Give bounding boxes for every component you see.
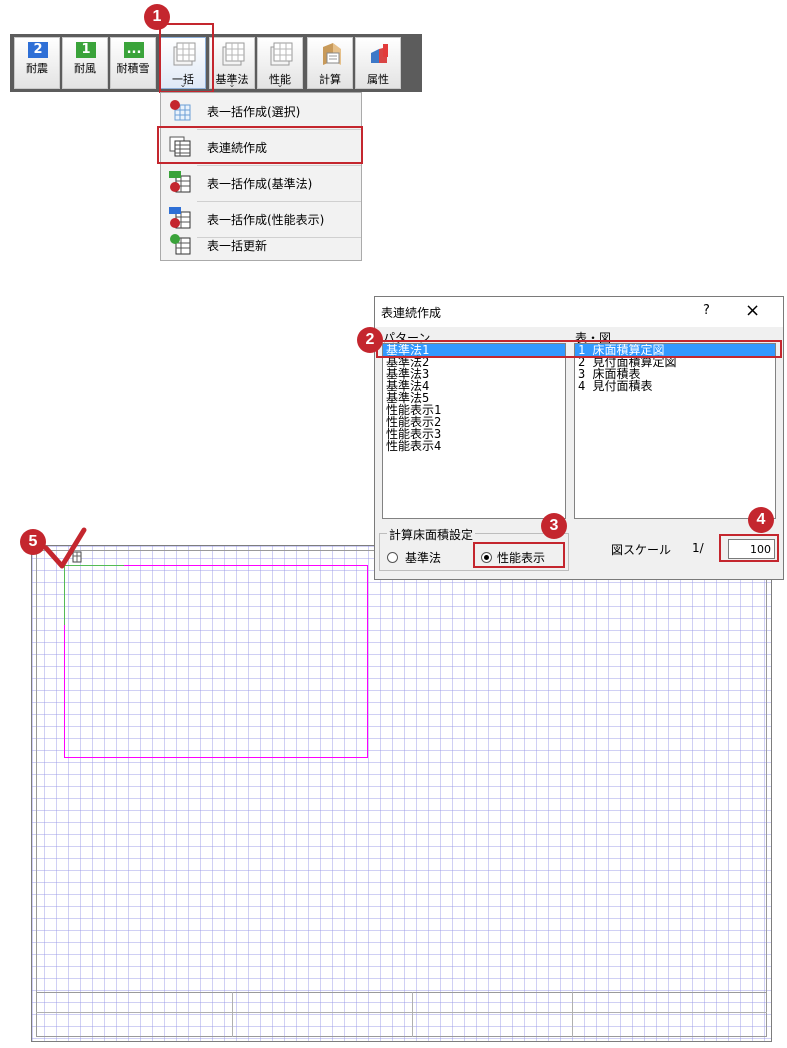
table-batch-standard-icon <box>169 171 191 193</box>
wind-button[interactable]: 1 耐風 <box>62 37 108 89</box>
help-button[interactable]: ? <box>703 303 710 318</box>
calculation-button[interactable]: 計算 <box>307 37 353 89</box>
calculation-label: 計算 <box>319 73 341 86</box>
dialog-title: 表連続作成 <box>381 306 442 320</box>
scale-prefix: 1/ <box>692 541 704 555</box>
attribute-label: 属性 <box>367 73 389 86</box>
table-batch-select-icon <box>170 100 191 121</box>
wind-level-icon: 1 <box>76 42 96 58</box>
step5-badge: 5 <box>20 529 46 555</box>
step4-badge: 4 <box>748 507 774 533</box>
seismic-label: 耐震 <box>26 62 48 75</box>
wind-label: 耐風 <box>74 62 96 75</box>
calculation-icon <box>323 43 341 65</box>
snow-level-icon: ... <box>124 42 144 58</box>
batch-dropdown-menu: 表一括作成(選択) 表連続作成 表一括作成(基準法) 表一括作成(性能表示) 表… <box>160 92 362 261</box>
chevron-down-icon: ⌄ <box>276 80 284 89</box>
step4-highlight <box>719 534 779 562</box>
attribute-button[interactable]: 属性 <box>355 37 401 89</box>
performance-button[interactable]: 性能 ⌄ <box>257 37 303 89</box>
snow-label: 耐積雪 <box>116 62 150 75</box>
menu-item-batch-standard[interactable]: 表一括作成(基準法) <box>161 167 361 199</box>
radio-standard[interactable] <box>387 552 398 563</box>
menu-separator <box>197 201 361 202</box>
title-block-line <box>36 1012 767 1013</box>
menu-item-batch-select[interactable]: 表一括作成(選択) <box>161 95 361 127</box>
standard-button[interactable]: 基準法 ⌄ <box>209 37 255 89</box>
pattern-listbox[interactable]: 基準法1 基準法2 基準法3 基準法4 基準法5 性能表示1 性能表示2 性能表… <box>382 343 566 519</box>
table-batch-update-icon <box>170 234 191 255</box>
list-item[interactable]: 4 見付面積表 <box>575 380 775 392</box>
menu-item-batch-update[interactable]: 表一括更新 <box>161 229 361 261</box>
close-button[interactable]: × <box>745 300 760 321</box>
scale-label: 図スケール <box>611 543 672 557</box>
title-block-divider <box>572 992 573 1037</box>
snow-button[interactable]: ... 耐積雪 <box>110 37 156 89</box>
origin-line-y <box>64 565 65 625</box>
continuous-highlight <box>157 126 363 164</box>
drawing-frame <box>64 565 368 758</box>
step2-highlight <box>376 340 782 358</box>
dialog-titlebar: 表連続作成 ? × <box>375 297 783 327</box>
menu-item-label: 表一括作成(性能表示) <box>207 213 325 227</box>
menu-item-label: 表一括更新 <box>207 239 268 253</box>
step1-badge: 1 <box>144 4 170 30</box>
attribute-icon <box>371 44 388 63</box>
menu-item-label: 表一括作成(選択) <box>207 105 301 119</box>
list-item[interactable]: 性能表示4 <box>383 440 565 452</box>
performance-table-icon <box>270 42 293 66</box>
seismic-button[interactable]: 2 耐震 <box>14 37 60 89</box>
step1-highlight <box>159 23 214 93</box>
title-block-divider <box>412 992 413 1037</box>
ribbon-toolbar: 2 耐震 1 耐風 ... 耐積雪 一括 ⌄ 基準法 ⌄ 性能 ⌄ 計算 属性 <box>10 34 422 92</box>
step2-badge: 2 <box>357 327 383 353</box>
seismic-level-icon: 2 <box>28 42 48 58</box>
radio-standard-label: 基準法 <box>405 551 442 565</box>
menu-item-label: 表一括作成(基準法) <box>207 177 313 191</box>
drawing-sheet[interactable] <box>31 545 772 1042</box>
checkmark-icon <box>43 527 87 569</box>
floor-area-group-label: 計算床面積設定 <box>387 526 476 543</box>
step3-highlight <box>473 542 565 568</box>
table-batch-performance-icon <box>169 207 191 229</box>
title-block-divider <box>232 992 233 1037</box>
step3-badge: 3 <box>541 513 567 539</box>
table-listbox[interactable]: 1 床面積算定図 2 見付面積算定図 3 床面積表 4 見付面積表 <box>574 343 776 519</box>
menu-separator <box>197 165 361 166</box>
chevron-down-icon: ⌄ <box>228 80 236 89</box>
building-standard-table-icon <box>222 42 245 66</box>
title-block-line <box>36 992 767 993</box>
